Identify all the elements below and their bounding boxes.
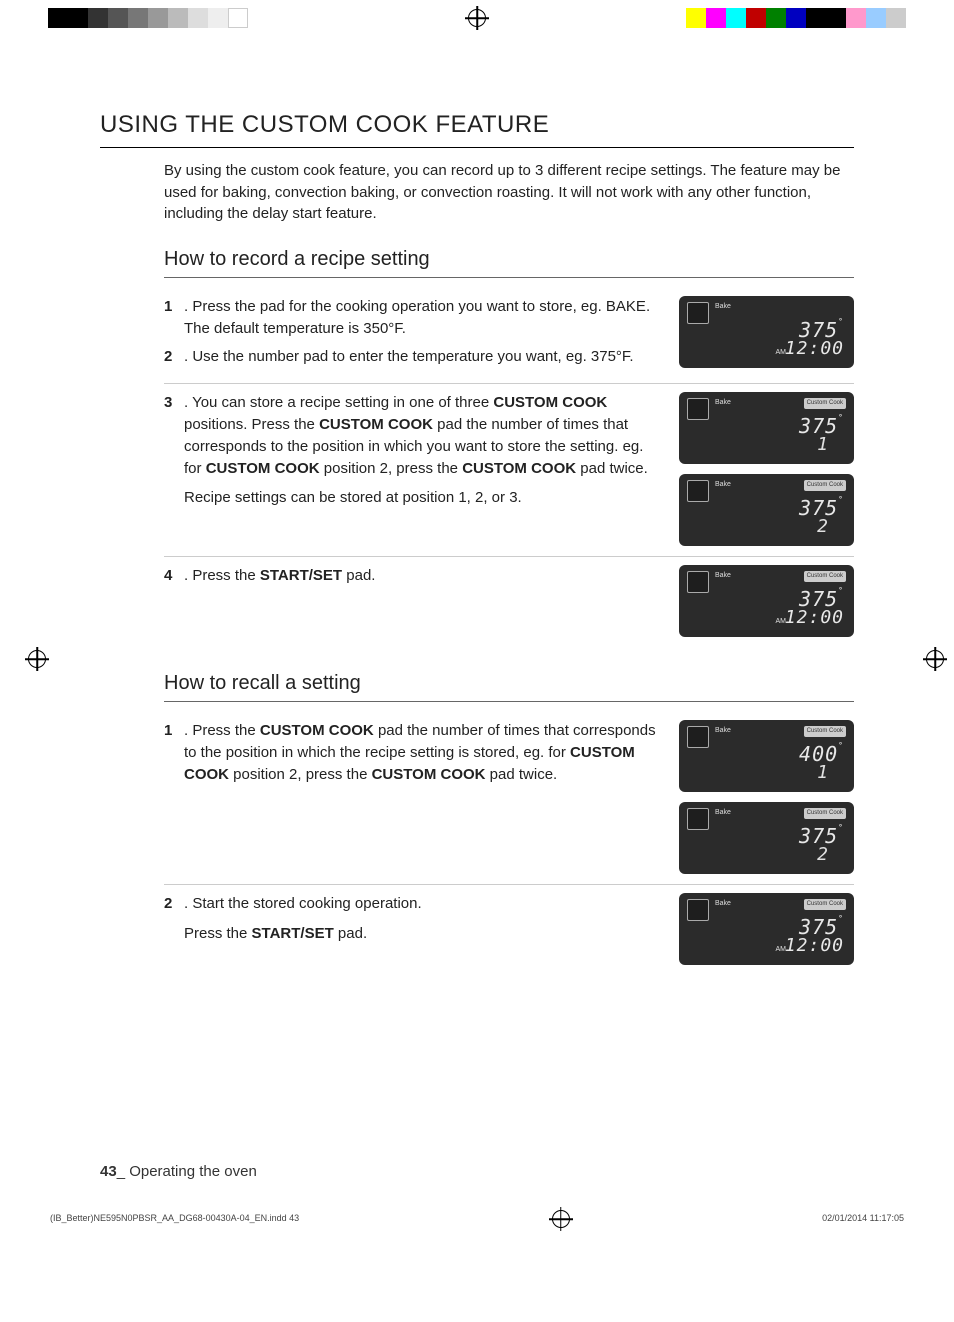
step-row: 2. Start the stored cooking operation. P… bbox=[164, 884, 854, 975]
step-number: 2 bbox=[164, 893, 184, 915]
oven-display: Bake Custom Cook 375° AM 12:00 bbox=[679, 565, 854, 637]
oven-icon bbox=[687, 899, 709, 921]
oven-display: Bake Custom Cook 375° AM 12:00 bbox=[679, 893, 854, 965]
step-item: 2. Use the number pad to enter the tempe… bbox=[164, 346, 659, 368]
doc-timestamp: 02/01/2014 11:17:05 bbox=[822, 1212, 904, 1225]
step-item: 1 . Press the CUSTOM COOK pad the number… bbox=[164, 720, 659, 785]
oven-icon bbox=[687, 808, 709, 830]
oven-clock: 12:00 bbox=[785, 933, 844, 959]
step-row: 3 . You can store a recipe setting in on… bbox=[164, 383, 854, 556]
page-title: USING THE CUSTOM COOK FEATURE bbox=[100, 108, 854, 148]
oven-mode-label: Bake bbox=[715, 808, 731, 818]
step-item: 2. Start the stored cooking operation. bbox=[164, 893, 659, 915]
step-item: 1. Press the pad for the cooking operati… bbox=[164, 296, 659, 340]
step-text: . Start the stored cooking operation. bbox=[184, 893, 422, 915]
oven-icon bbox=[687, 302, 709, 324]
step-item: 3 . You can store a recipe setting in on… bbox=[164, 392, 659, 479]
oven-position: 1 bbox=[817, 760, 828, 786]
step-row: 1 . Press the CUSTOM COOK pad the number… bbox=[164, 712, 854, 884]
oven-badge: Custom Cook bbox=[804, 398, 846, 409]
step-number: 1 bbox=[164, 720, 184, 785]
oven-display: Bake Custom Cook 375° 2 bbox=[679, 802, 854, 874]
print-registration-bar bbox=[0, 8, 954, 38]
step-text: . Press the CUSTOM COOK pad the number o… bbox=[184, 720, 659, 785]
section-heading-record: How to record a recipe setting bbox=[164, 245, 854, 278]
intro-paragraph: By using the custom cook feature, you ca… bbox=[164, 160, 854, 225]
page-footer: 43_ Operating the oven bbox=[100, 1161, 257, 1183]
step-number: 1 bbox=[164, 296, 184, 340]
oven-icon bbox=[687, 571, 709, 593]
oven-mode-label: Bake bbox=[715, 398, 731, 408]
page-content: USING THE CUSTOM COOK FEATURE By using t… bbox=[0, 38, 954, 1268]
registration-mark-icon bbox=[552, 1210, 570, 1228]
grayscale-swatches bbox=[48, 8, 248, 28]
oven-mode-label: Bake bbox=[715, 571, 731, 581]
oven-clock: 12:00 bbox=[785, 605, 844, 631]
oven-position: 1 bbox=[817, 432, 828, 458]
oven-mode-label: Bake bbox=[715, 899, 731, 909]
oven-position: 2 bbox=[817, 514, 828, 540]
oven-mode-label: Bake bbox=[715, 726, 731, 736]
color-swatches bbox=[686, 8, 906, 28]
section-heading-recall: How to recall a setting bbox=[164, 669, 854, 702]
oven-badge: Custom Cook bbox=[804, 571, 846, 582]
oven-clock: 12:00 bbox=[785, 336, 844, 362]
oven-badge: Custom Cook bbox=[804, 480, 846, 491]
step-text: . You can store a recipe setting in one … bbox=[184, 392, 659, 479]
section-name: Operating the oven bbox=[125, 1163, 257, 1180]
oven-position: 2 bbox=[817, 842, 828, 868]
oven-icon bbox=[687, 726, 709, 748]
oven-badge: Custom Cook bbox=[804, 808, 846, 819]
doc-filename: (IB_Better)NE595N0PBSR_AA_DG68-00430A-04… bbox=[50, 1212, 299, 1225]
page-number: 43 bbox=[100, 1163, 117, 1180]
oven-display: Bake Custom Cook 400° 1 bbox=[679, 720, 854, 792]
step-number: 4 bbox=[164, 565, 184, 587]
step-row: 1. Press the pad for the cooking operati… bbox=[164, 288, 854, 383]
oven-icon bbox=[687, 398, 709, 420]
recall-steps: 1 . Press the CUSTOM COOK pad the number… bbox=[164, 712, 854, 975]
oven-display: Bake Custom Cook 375° 1 bbox=[679, 392, 854, 464]
oven-badge: Custom Cook bbox=[804, 726, 846, 737]
step-subtext: Press the START/SET pad. bbox=[184, 923, 659, 945]
oven-mode-label: Bake bbox=[715, 480, 731, 490]
oven-icon bbox=[687, 480, 709, 502]
step-item: 4 . Press the START/SET pad. bbox=[164, 565, 659, 587]
oven-display: Bake Custom Cook 375° 2 bbox=[679, 474, 854, 546]
step-text: . Press the START/SET pad. bbox=[184, 565, 375, 587]
oven-display: Bake 375° AM 12:00 bbox=[679, 296, 854, 368]
document-meta-footer: (IB_Better)NE595N0PBSR_AA_DG68-00430A-04… bbox=[50, 1210, 904, 1228]
step-text: . Press the pad for the cooking operatio… bbox=[184, 296, 659, 340]
step-subtext: Recipe settings can be stored at positio… bbox=[184, 487, 659, 509]
oven-badge: Custom Cook bbox=[804, 899, 846, 910]
step-number: 2 bbox=[164, 346, 184, 368]
step-row: 4 . Press the START/SET pad. Bake Custom… bbox=[164, 556, 854, 647]
oven-mode-label: Bake bbox=[715, 302, 731, 312]
registration-mark-icon bbox=[468, 9, 486, 27]
step-number: 3 bbox=[164, 392, 184, 479]
record-steps: 1. Press the pad for the cooking operati… bbox=[164, 288, 854, 647]
step-text: . Use the number pad to enter the temper… bbox=[184, 346, 634, 368]
